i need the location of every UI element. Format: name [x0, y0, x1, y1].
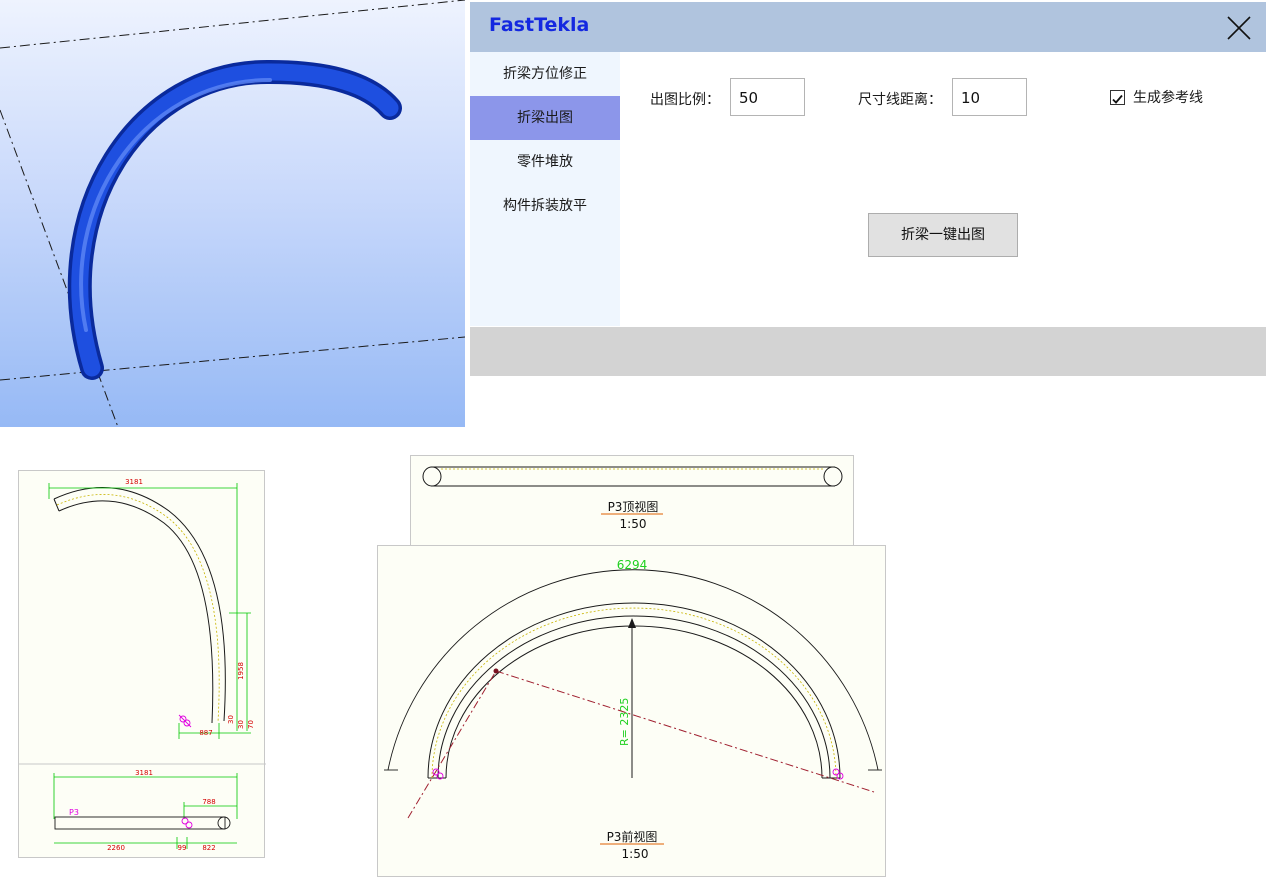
sidebar: 折梁方位修正 折梁出图 零件堆放 构件拆装放平: [470, 52, 620, 326]
arc-inner-edge: [58, 500, 214, 724]
dim-label: 887: [199, 729, 212, 737]
sidebar-item-label: 构件拆装放平: [503, 198, 587, 214]
beam-end-circle: [823, 466, 843, 487]
model-viewport[interactable]: [0, 0, 466, 428]
weld-mark: [178, 714, 192, 728]
weld-mark: [181, 817, 193, 829]
grid-line: [0, 109, 119, 428]
drawing-front-view[interactable]: 6294 R= 2325 P3前视图 1:50: [377, 545, 886, 877]
refline-checkbox[interactable]: [1110, 90, 1125, 105]
dim-label: 1958: [237, 662, 245, 680]
checkmark-icon: [1112, 94, 1123, 104]
view-scale: 1:50: [622, 847, 649, 861]
arc-outer-edge: [53, 486, 226, 722]
generate-drawing-button[interactable]: 折梁一键出图: [868, 213, 1018, 257]
model-view-svg: [0, 0, 466, 428]
curved-beam-shadow: [67, 59, 402, 380]
scale-input[interactable]: 50: [730, 78, 805, 116]
arc-mid-edge: [437, 615, 831, 779]
sidebar-item-label: 折梁方位修正: [503, 66, 587, 82]
grid-line: [0, 0, 466, 49]
dim-label: 99: [178, 844, 187, 852]
view-title: P3顶视图: [608, 499, 659, 514]
sidebar-item-label: 折梁出图: [517, 110, 573, 126]
beam-end-circle: [217, 816, 231, 830]
dim-label: 3181: [125, 478, 143, 486]
refline-label: 生成参考线: [1133, 90, 1203, 106]
scale-label: 出图比例：: [650, 92, 720, 108]
curved-beam-highlight: [79, 78, 272, 332]
dim-offset-label: 尺寸线距离：: [858, 92, 942, 108]
drawing-top-view[interactable]: P3顶视图 1:50: [410, 455, 854, 545]
sidebar-item-beam-drawing[interactable]: 折梁出图: [470, 96, 620, 140]
front-view-svg: 6294 R= 2325 P3前视图 1:50: [384, 558, 882, 861]
dim-label: 30: [227, 715, 235, 724]
sidebar-item-part-stacking[interactable]: 零件堆放: [470, 140, 620, 184]
dim-label: 3181: [135, 769, 153, 777]
sidebar-item-member-flatten[interactable]: 构件拆装放平: [470, 184, 620, 228]
view-scale: 1:50: [620, 517, 647, 531]
top-view-svg: P3顶视图 1:50: [422, 466, 843, 531]
dim-offset-input[interactable]: 10: [952, 78, 1027, 116]
fasttekla-dialog: FastTekla 折梁方位修正 折梁出图 零件堆放 构件拆装放平 出图比例： …: [470, 2, 1266, 376]
dim-label: 70: [247, 720, 255, 729]
part-mark: P3: [69, 808, 79, 817]
view-title: P3前视图: [607, 829, 658, 844]
sidebar-item-beam-orientation[interactable]: 折梁方位修正: [470, 52, 620, 96]
close-icon: [1227, 16, 1251, 40]
dim-label: 822: [202, 844, 215, 852]
drawing-sheet-left[interactable]: 3181 1958 887 30 30 70 3181 788 2260 99 …: [18, 470, 266, 858]
beam-plan-outline: [54, 816, 226, 830]
dim-label: 788: [202, 798, 215, 806]
drawing-left-svg: 3181 1958 887 30 30 70 3181 788 2260 99 …: [19, 478, 266, 852]
close-button[interactable]: [1223, 12, 1255, 44]
beam-end-circle: [422, 466, 442, 487]
curved-beam[interactable]: [71, 63, 399, 377]
radius-dim: R= 2325: [618, 698, 631, 746]
dim-label: 30: [237, 720, 245, 729]
arc-outer-edge: [427, 602, 841, 779]
grid-line: [0, 336, 466, 381]
sidebar-item-label: 零件堆放: [517, 154, 573, 170]
title-bar[interactable]: FastTekla: [470, 2, 1266, 52]
reference-line: [495, 670, 875, 793]
app-title: FastTekla: [489, 14, 590, 36]
arc-length-dim: 6294: [617, 558, 648, 572]
status-bar: [470, 327, 1266, 376]
dim-label: 2260: [107, 844, 125, 852]
